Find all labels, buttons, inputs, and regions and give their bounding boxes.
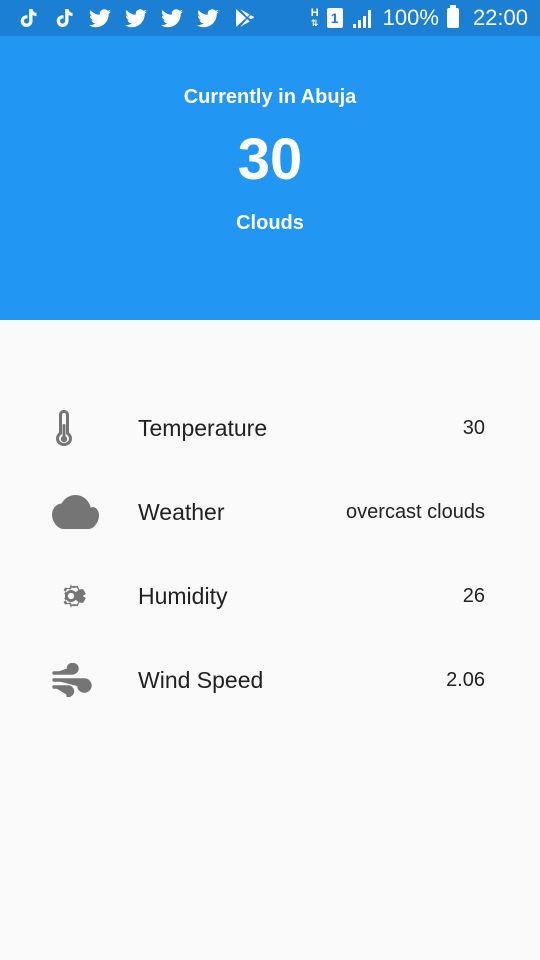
notification-icons [16,6,256,30]
list-item-temperature[interactable]: Temperature 30 [0,386,540,470]
detail-label: Weather [138,498,225,525]
list-item-wind-speed[interactable]: Wind Speed 2.06 [0,638,540,722]
battery-percentage: 100% [382,5,439,30]
twitter-icon [88,6,112,30]
detail-label: Temperature [138,414,268,441]
thermometer-icon [52,408,100,448]
battery-icon [446,5,459,28]
current-location: Currently in Abuja [183,86,357,108]
twitter-icon [196,6,220,30]
current-condition: Clouds [236,212,304,234]
list-item-humidity[interactable]: Humidity 26 [0,554,540,638]
detail-value: 26 [462,584,485,607]
detail-value: overcast clouds [346,500,485,523]
detail-label: Wind Speed [138,666,264,693]
sim-slot-icon: 1 [326,8,343,28]
clock: 22:00 [472,5,528,30]
detail-label: Humidity [138,582,228,609]
list-item-weather[interactable]: Weather overcast clouds [0,470,540,554]
signal-icon [351,6,375,30]
system-status: H ⇅ 1 100% 22:00 [311,5,528,31]
network-type-h-icon: H ⇅ [310,7,319,29]
current-temperature: 30 [237,127,303,192]
gear-icon [52,576,100,616]
weather-header: Currently in Abuja 30 Clouds [0,36,540,320]
status-bar: H ⇅ 1 100% 22:00 [0,0,540,36]
twitter-icon [124,6,148,30]
wind-icon [52,660,100,700]
tiktok-icon [52,6,76,30]
play-store-icon [232,6,256,30]
twitter-icon [160,6,184,30]
cloud-icon [52,492,100,532]
weather-details-list: Temperature 30 Weather overcast clouds H… [0,386,540,722]
tiktok-icon [16,6,40,30]
detail-value: 30 [462,416,485,439]
detail-value: 2.06 [446,668,485,691]
